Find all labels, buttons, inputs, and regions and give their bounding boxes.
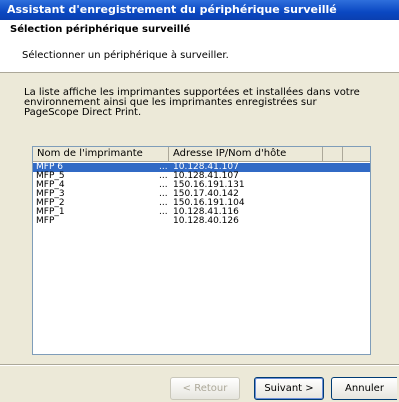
cancel-button[interactable]: Annuler (331, 377, 397, 400)
list-header: Nom de l'imprimante Adresse IP/Nom d'hôt… (33, 147, 370, 162)
wizard-header: Sélection périphérique surveillé Sélecti… (0, 20, 399, 73)
printer-address: 10.128.40.126 (173, 216, 239, 226)
page-subtitle: Sélectionner un périphérique à surveille… (22, 50, 229, 61)
page-title: Sélection périphérique surveillé (10, 24, 191, 35)
column-header-printer-name[interactable]: Nom de l'imprimante (33, 147, 169, 161)
column-header-ip-address[interactable]: Adresse IP/Nom d'hôte (169, 147, 323, 161)
list-rows: MFP 6 ... 10.128.41.107 MFP_5 ... 10.128… (33, 163, 370, 226)
title-bar: Assistant d'enregistrement du périphériq… (0, 0, 399, 20)
next-button[interactable]: Suivant > (254, 377, 324, 400)
description-text: La liste affiche les imprimantes support… (24, 87, 360, 118)
footer-divider (0, 364, 399, 366)
printer-name: MFP (36, 216, 55, 226)
wizard-window: Assistant d'enregistrement du périphériq… (0, 0, 399, 402)
back-button[interactable]: < Retour (170, 377, 240, 400)
list-row[interactable]: MFP 10.128.40.126 (33, 217, 370, 226)
printer-list[interactable]: Nom de l'imprimante Adresse IP/Nom d'hôt… (32, 146, 371, 355)
column-header-empty[interactable] (323, 147, 343, 161)
ellipsis: ... (159, 207, 168, 217)
